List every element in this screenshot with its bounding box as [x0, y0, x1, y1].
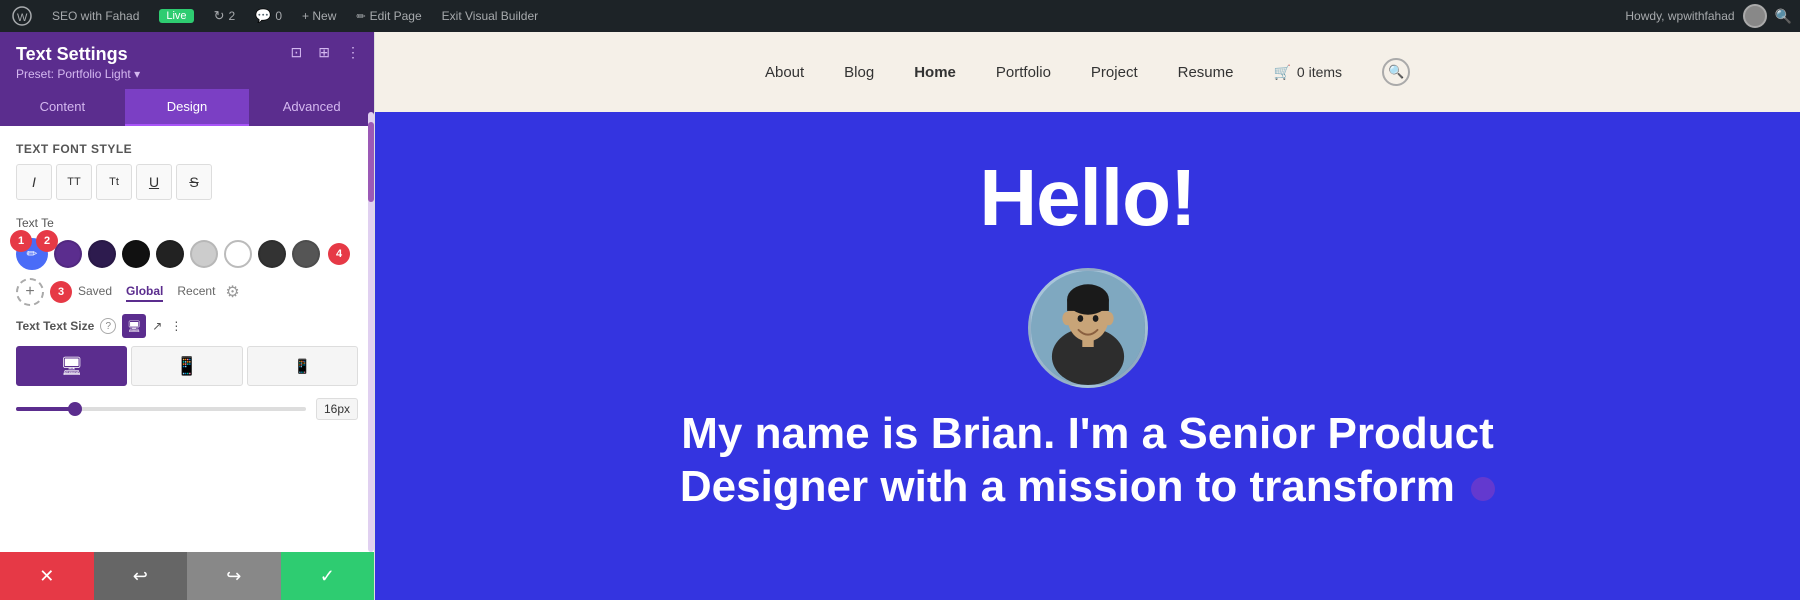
uppercase-button[interactable]: TT [56, 164, 92, 200]
capitalize-button[interactable]: Tt [96, 164, 132, 200]
badge-4: 4 [328, 243, 350, 265]
panel-footer: ✕ ↩ ↪ ✓ [0, 552, 374, 600]
size-slider[interactable] [16, 407, 306, 411]
color-swatch-black1[interactable] [122, 240, 150, 268]
panel-content: Text Font Style I TT Tt U S Text Te 1 2 … [0, 126, 374, 552]
size-label-row: Text Text Size ? 🖥 ↗ ⋮ [16, 314, 358, 338]
slider-row: 16px [16, 398, 358, 420]
tab-content[interactable]: Content [0, 89, 125, 126]
left-panel: Text Settings Preset: Portfolio Light ▾ … [0, 32, 375, 600]
nav-search-button[interactable]: 🔍 [1382, 58, 1410, 86]
nav-blog[interactable]: Blog [844, 64, 874, 81]
comments-button[interactable]: 💬 0 [251, 0, 286, 32]
panel-preset[interactable]: Preset: Portfolio Light ▾ [16, 67, 358, 81]
slider-thumb[interactable] [68, 402, 82, 416]
panel-minimize-icon[interactable]: ⊡ [287, 42, 307, 63]
nav-project[interactable]: Project [1091, 64, 1138, 81]
color-swatch-white1[interactable] [190, 240, 218, 268]
panel-header-icons: ⊡ ⊞ ⋮ [287, 42, 364, 63]
tablet-size-button[interactable]: 📱 [131, 346, 242, 386]
exit-builder-button[interactable]: Exit Visual Builder [438, 0, 543, 32]
nav-portfolio[interactable]: Portfolio [996, 64, 1051, 81]
color-row: 1 2 ✏ 4 [16, 238, 358, 270]
tab-advanced[interactable]: Advanced [249, 89, 374, 126]
content-area: About Blog Home Portfolio Project Resume… [375, 32, 1800, 600]
text-transform-label: Text Te [16, 216, 358, 230]
hero-section: Hello! [375, 112, 1800, 600]
nav-cart[interactable]: 🛒 0 items [1273, 64, 1342, 81]
save-button[interactable]: ✓ [281, 552, 375, 600]
color-tab-global[interactable]: Global [126, 282, 163, 302]
nav-home[interactable]: Home [914, 64, 956, 81]
admin-bar: W SEO with Fahad Live ↻ 2 💬 0 + New ✏ Ed… [0, 0, 1800, 32]
nav-bar: About Blog Home Portfolio Project Resume… [375, 32, 1800, 112]
color-swatch-white2[interactable] [224, 240, 252, 268]
color-swatch-dark-gray[interactable] [258, 240, 286, 268]
panel-tabs: Content Design Advanced [0, 89, 374, 126]
howdy-text: Howdy, wpwithfahad [1625, 9, 1734, 23]
admin-search-icon[interactable]: 🔍 [1775, 8, 1792, 25]
panel-scrollbar[interactable] [368, 112, 374, 552]
wp-logo-button[interactable]: W [8, 0, 36, 32]
panel-expand-icon[interactable]: ⊞ [314, 42, 334, 63]
add-color-button[interactable]: + [16, 278, 44, 306]
badge-2: 2 [36, 230, 58, 252]
main-wrapper: Text Settings Preset: Portfolio Light ▾ … [0, 32, 1800, 600]
underline-button[interactable]: U [136, 164, 172, 200]
responsive-row: 🖥 📱 📱 [16, 346, 358, 386]
panel-header: Text Settings Preset: Portfolio Light ▾ … [0, 32, 374, 89]
color-tabs: Saved Global Recent [78, 282, 215, 302]
more-options-icon[interactable]: ⋮ [170, 319, 182, 333]
color-swatch-black2[interactable] [156, 240, 184, 268]
strikethrough-button[interactable]: S [176, 164, 212, 200]
color-settings-icon[interactable]: ⚙ [225, 282, 239, 302]
hero-title: Hello! [979, 152, 1195, 244]
color-add-row: + 3 Saved Global Recent ⚙ [16, 278, 358, 306]
color-tab-saved[interactable]: Saved [78, 282, 112, 302]
font-style-label: Text Font Style [16, 142, 358, 156]
panel-menu-icon[interactable]: ⋮ [342, 42, 364, 63]
cancel-button[interactable]: ✕ [0, 552, 94, 600]
color-swatch-dark-purple[interactable] [88, 240, 116, 268]
admin-bar-right: Howdy, wpwithfahad 🔍 [1625, 4, 1792, 28]
hero-body-text: My name is Brian. I'm a Senior Product D… [680, 408, 1495, 514]
live-badge[interactable]: Live [155, 0, 197, 32]
redo-button[interactable]: ↪ [187, 552, 281, 600]
color-swatch-purple[interactable] [54, 240, 82, 268]
revisions-button[interactable]: ↻ 2 [210, 0, 240, 32]
cart-icon: 🛒 [1273, 64, 1290, 81]
tab-design[interactable]: Design [125, 89, 250, 126]
desktop-size-button[interactable]: 🖥 [16, 346, 127, 386]
italic-button[interactable]: I [16, 164, 52, 200]
cart-label: 0 items [1297, 64, 1342, 80]
reset-button[interactable]: ↩ [94, 552, 188, 600]
cursor-icon: ↗ [152, 319, 162, 333]
nav-about[interactable]: About [765, 64, 804, 81]
badge-1: 1 [10, 230, 32, 252]
site-name[interactable]: SEO with Fahad [48, 0, 143, 32]
size-value[interactable]: 16px [316, 398, 358, 420]
hero-avatar [1028, 268, 1148, 388]
slider-fill [16, 407, 74, 411]
color-swatch-gray[interactable] [292, 240, 320, 268]
badge-3: 3 [50, 281, 72, 303]
panel-scrollbar-thumb [368, 122, 374, 202]
new-button[interactable]: + New [298, 0, 340, 32]
mobile-size-button[interactable]: 📱 [247, 346, 358, 386]
help-icon[interactable]: ? [100, 318, 116, 334]
edit-page-button[interactable]: ✏ Edit Page [352, 0, 425, 32]
device-toggle-button[interactable]: 🖥 [122, 314, 146, 338]
nav-resume[interactable]: Resume [1178, 64, 1234, 81]
text-size-label: Text Text Size [16, 319, 94, 333]
font-style-row: I TT Tt U S [16, 164, 358, 200]
color-tab-recent[interactable]: Recent [177, 282, 215, 302]
svg-text:W: W [17, 12, 28, 24]
cursor-dot [1471, 477, 1495, 501]
avatar [1743, 4, 1767, 28]
hero-body-text-line2: Designer with a mission to transform [680, 462, 1495, 511]
